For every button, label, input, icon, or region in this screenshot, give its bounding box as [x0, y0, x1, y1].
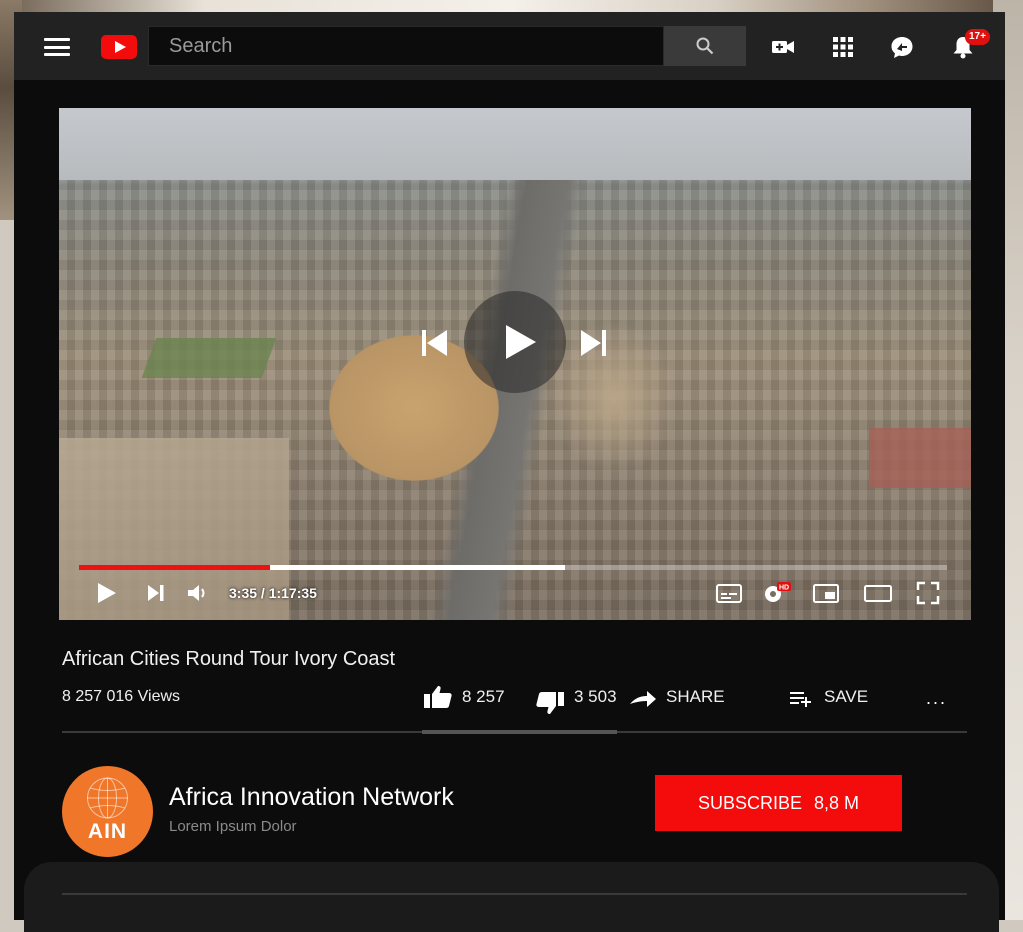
- app-screen: 17+ 3:35 / 1:17:35: [14, 12, 1005, 932]
- search-input[interactable]: [149, 27, 663, 65]
- dislike-button[interactable]: 3 503: [534, 684, 617, 714]
- search-button[interactable]: [664, 26, 746, 66]
- channel-name[interactable]: Africa Innovation Network: [169, 783, 454, 812]
- view-count: 8 257 016 Views: [62, 688, 181, 705]
- video-frame-sky: [59, 108, 971, 180]
- like-count: 8 257: [462, 687, 505, 706]
- center-play-button[interactable]: [464, 291, 566, 393]
- hd-badge: HD: [779, 584, 789, 591]
- fullscreen-icon[interactable]: [915, 580, 941, 606]
- miniplayer-icon[interactable]: [811, 580, 841, 606]
- comments-panel: [24, 862, 999, 932]
- subscribe-label: SUBSCRIBE: [697, 792, 802, 813]
- video-player[interactable]: 3:35 / 1:17:35 HD: [59, 108, 971, 620]
- subscriber-count: 8,8 M: [814, 792, 860, 813]
- thumbs-down-icon: [536, 692, 564, 714]
- like-button[interactable]: 8 257: [422, 684, 505, 710]
- subscribe-button[interactable]: SUBSCRIBE 8,8 M: [655, 775, 902, 831]
- volume-icon[interactable]: [185, 580, 211, 606]
- skip-next-icon[interactable]: [145, 580, 167, 606]
- search-box: [148, 26, 664, 66]
- channel-avatar[interactable]: AIN: [62, 766, 153, 857]
- video-frame-park: [141, 338, 277, 378]
- subtitles-icon[interactable]: [715, 580, 743, 606]
- more-options-icon[interactable]: ...: [926, 688, 947, 709]
- dislike-count: 3 503: [574, 687, 617, 706]
- video-frame-roof: [869, 428, 971, 488]
- previous-video-icon[interactable]: [421, 328, 449, 358]
- thumbs-up-icon: [424, 686, 452, 708]
- save-label: SAVE: [824, 687, 869, 706]
- apps-grid-icon[interactable]: [830, 34, 856, 60]
- divider: [62, 893, 967, 895]
- avatar-initials: AIN: [87, 820, 128, 843]
- share-label: SHARE: [666, 687, 725, 706]
- progress-played: [79, 565, 270, 570]
- next-video-icon[interactable]: [579, 328, 607, 358]
- search-icon: [696, 37, 714, 55]
- top-bar: 17+: [14, 12, 1005, 80]
- theater-mode-icon[interactable]: [863, 580, 893, 606]
- play-icon[interactable]: [95, 580, 119, 606]
- messages-icon[interactable]: [889, 34, 915, 60]
- share-button[interactable]: SHARE: [628, 684, 725, 710]
- time-display: 3:35 / 1:17:35: [229, 585, 317, 601]
- scroll-indicator: [422, 730, 617, 734]
- youtube-logo-icon[interactable]: [101, 35, 137, 59]
- share-arrow-icon: [630, 691, 656, 707]
- progress-bar[interactable]: [79, 565, 947, 570]
- create-video-icon[interactable]: [770, 34, 796, 60]
- channel-description: Lorem Ipsum Dolor: [169, 818, 297, 835]
- save-button[interactable]: SAVE: [788, 684, 868, 710]
- save-playlist-icon: [790, 692, 811, 707]
- notification-count-badge: 17+: [965, 29, 990, 45]
- settings-gear-icon[interactable]: HD: [761, 580, 791, 606]
- menu-icon[interactable]: [44, 38, 70, 56]
- video-title: African Cities Round Tour Ivory Coast: [62, 648, 396, 670]
